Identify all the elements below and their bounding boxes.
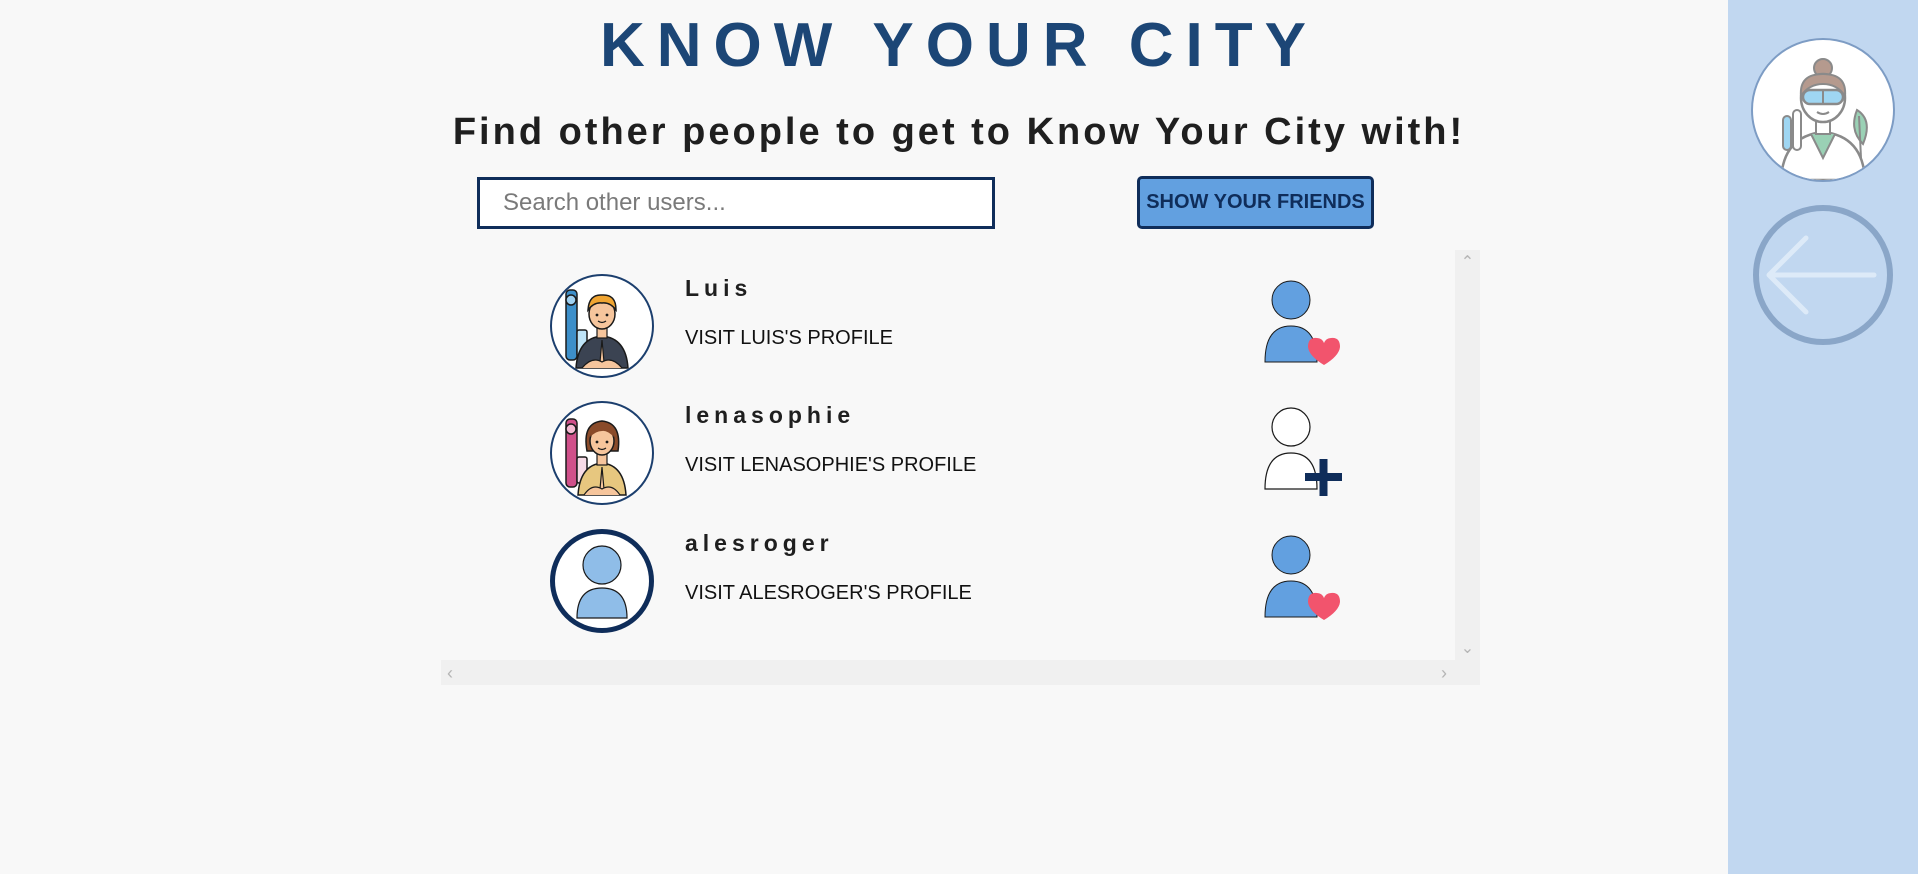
scientist-avatar[interactable]	[1751, 38, 1895, 182]
man-yoga-avatar[interactable]	[550, 274, 654, 378]
scroll-right-icon[interactable]: ›	[1441, 663, 1447, 684]
back-arrow-icon[interactable]	[1751, 203, 1895, 347]
woman-yoga-avatar[interactable]	[550, 401, 654, 505]
visit-profile-link[interactable]: VISIT ALESROGER'S PROFILE	[685, 581, 972, 605]
scroll-left-icon[interactable]: ‹	[447, 663, 453, 684]
scroll-up-icon[interactable]: ⌃	[1455, 252, 1480, 272]
username: lenasophie	[685, 402, 856, 428]
username: alesroger	[685, 530, 834, 556]
search-input[interactable]	[477, 177, 995, 229]
app-title: KNOW YOUR CITY	[600, 11, 1318, 80]
user-heart-icon[interactable]	[1263, 280, 1343, 370]
username: Luis	[685, 275, 753, 301]
user-row: lenasophie VISIT LENASOPHIE'S PROFILE	[441, 401, 1441, 511]
add-user-icon[interactable]	[1263, 407, 1343, 497]
page-subtitle: Find other people to get to Know Your Ci…	[452, 111, 1466, 153]
main-content: KNOW YOUR CITY Find other people to get …	[0, 0, 1728, 874]
scrollbar-corner	[1455, 660, 1480, 685]
visit-profile-link[interactable]: VISIT LUIS'S PROFILE	[685, 326, 893, 350]
user-row: Luis VISIT LUIS'S PROFILE	[441, 274, 1441, 384]
user-list[interactable]: Luis VISIT LUIS'S PROFILE lenasophie VIS…	[441, 250, 1480, 685]
show-friends-button[interactable]: SHOW YOUR FRIENDS	[1137, 176, 1374, 229]
user-row: alesroger VISIT ALESROGER'S PROFILE	[441, 529, 1441, 639]
scroll-down-icon[interactable]: ⌄	[1455, 638, 1480, 658]
visit-profile-link[interactable]: VISIT LENASOPHIE'S PROFILE	[685, 453, 976, 477]
horizontal-scrollbar[interactable]: ‹ ›	[441, 660, 1455, 685]
sidebar	[1728, 0, 1918, 874]
default-user-avatar[interactable]	[550, 529, 654, 633]
vertical-scrollbar[interactable]: ⌃ ⌄	[1455, 250, 1480, 660]
user-heart-icon[interactable]	[1263, 535, 1343, 625]
